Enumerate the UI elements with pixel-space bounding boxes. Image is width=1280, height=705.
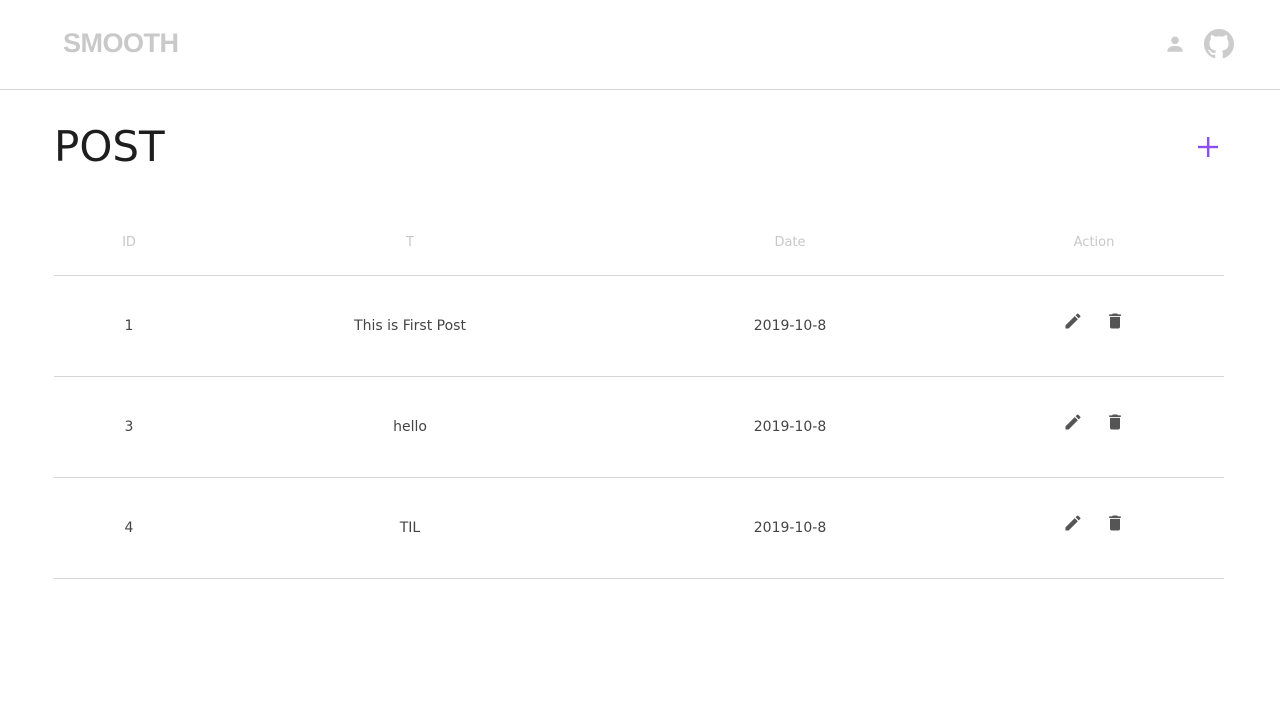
delete-icon[interactable]	[1105, 513, 1125, 533]
table-row: 4 TIL 2019-10-8	[54, 477, 1224, 579]
column-header-title: T	[204, 210, 616, 276]
add-post-button[interactable]	[1193, 132, 1223, 162]
column-header-id: ID	[54, 210, 204, 276]
table-row: 1 This is First Post 2019-10-8	[54, 275, 1224, 377]
logo[interactable]: SMOOTH	[63, 28, 179, 59]
github-icon[interactable]	[1204, 29, 1234, 59]
plus-icon	[1198, 137, 1218, 157]
row-title[interactable]: hello	[204, 376, 616, 478]
table-header-row: ID T Date Action	[54, 210, 1224, 276]
row-id: 3	[54, 376, 204, 478]
header-icons	[1164, 29, 1234, 59]
row-date: 2019-10-8	[616, 376, 964, 478]
page-title: POST	[54, 122, 165, 171]
delete-icon[interactable]	[1105, 412, 1125, 432]
app-header: SMOOTH	[0, 0, 1280, 90]
row-title[interactable]: TIL	[204, 477, 616, 579]
row-date: 2019-10-8	[616, 477, 964, 579]
column-header-date: Date	[616, 210, 964, 276]
row-actions	[964, 376, 1224, 478]
posts-table: ID T Date Action 1 This is First Post 20…	[54, 210, 1224, 579]
column-header-action: Action	[964, 210, 1224, 276]
row-id: 4	[54, 477, 204, 579]
row-actions	[964, 275, 1224, 377]
user-icon[interactable]	[1164, 33, 1186, 55]
edit-icon[interactable]	[1063, 311, 1083, 331]
row-date: 2019-10-8	[616, 275, 964, 377]
row-actions	[964, 477, 1224, 579]
row-id: 1	[54, 275, 204, 377]
row-title[interactable]: This is First Post	[204, 275, 616, 377]
edit-icon[interactable]	[1063, 412, 1083, 432]
table-row: 3 hello 2019-10-8	[54, 376, 1224, 478]
delete-icon[interactable]	[1105, 311, 1125, 331]
edit-icon[interactable]	[1063, 513, 1083, 533]
